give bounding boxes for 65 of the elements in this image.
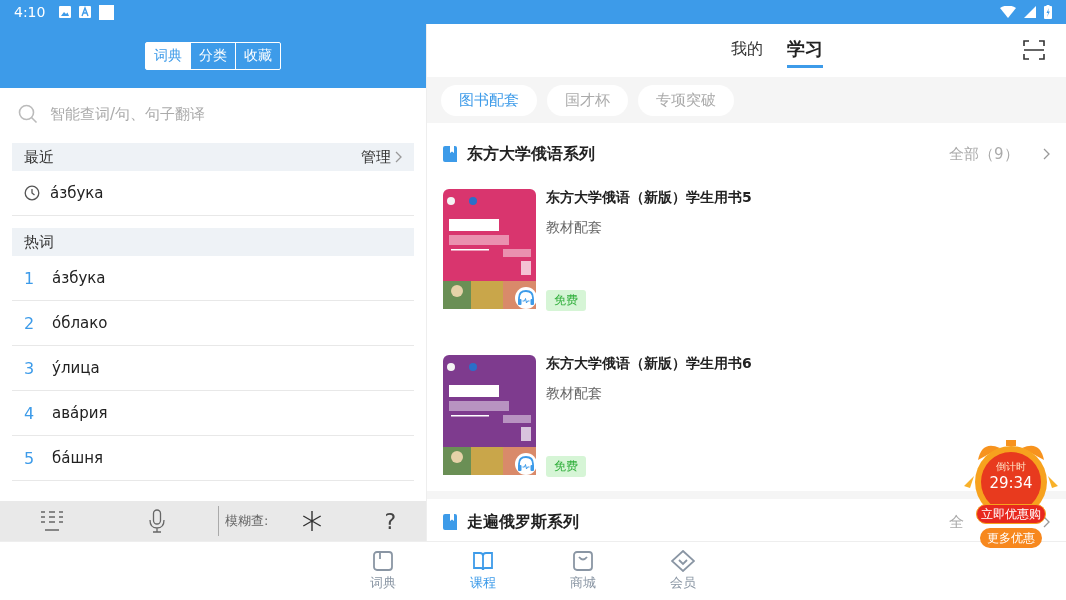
view-all-link[interactable]: 全: [949, 512, 964, 532]
bookmark-icon: [443, 514, 457, 530]
nav-tab[interactable]: 商城: [533, 542, 633, 600]
hot-word[interactable]: о́блако: [52, 314, 108, 332]
nav-tab[interactable]: 词典: [333, 542, 433, 600]
section-title: 最近: [24, 147, 54, 167]
wifi-icon: [1000, 6, 1016, 18]
notification-icon: [99, 4, 115, 20]
nav-tab[interactable]: 会员: [633, 542, 733, 600]
segment-tab[interactable]: 分类: [190, 43, 235, 69]
signal-icon: [1024, 6, 1036, 18]
chevron-icon: [1043, 148, 1050, 160]
bookmark-icon: [443, 146, 457, 162]
segment-tab[interactable]: 收藏: [235, 43, 280, 69]
hot-word[interactable]: ба́шня: [52, 449, 103, 467]
nav-tab[interactable]: 课程: [433, 542, 533, 600]
battery-icon: [1044, 5, 1052, 19]
rank-number: 1: [24, 268, 34, 288]
fuzzy-search-label: 模糊查:: [225, 512, 269, 530]
hot-word[interactable]: ава́рия: [52, 404, 108, 422]
series-title: 走遍俄罗斯系列: [467, 511, 579, 533]
book-subtitle: 教材配套: [546, 219, 603, 237]
buy-now-button[interactable]: 立即优惠购: [976, 504, 1046, 524]
book-title[interactable]: 东方大学俄语（新版）学生用书6: [546, 355, 752, 373]
free-badge: 免费: [546, 290, 586, 311]
chevron-icon: [395, 151, 402, 163]
status-time: 4:10: [14, 4, 46, 20]
section-title: 热词: [24, 232, 54, 252]
segment-tab[interactable]: 词典: [146, 43, 190, 69]
diamond-icon: [671, 550, 695, 572]
view-all-link[interactable]: 全部（9）: [949, 144, 1019, 164]
countdown-label: 倒计时: [995, 460, 1027, 474]
top-tab[interactable]: 我的: [730, 33, 763, 68]
recent-word[interactable]: а́збука: [50, 184, 104, 202]
headphones-icon: [515, 287, 537, 309]
help-button[interactable]: ?: [384, 508, 397, 534]
book-subtitle: 教材配套: [546, 385, 603, 403]
open-book-icon: [472, 550, 494, 572]
image-icon: [59, 6, 72, 18]
filter-chip[interactable]: 国才杯: [547, 84, 628, 116]
filter-chip[interactable]: 专项突破: [638, 84, 734, 116]
headphones-icon: [515, 453, 537, 475]
font-icon: [79, 6, 92, 18]
rank-number: 3: [24, 358, 34, 378]
scan-icon[interactable]: [1023, 40, 1045, 60]
filter-chip[interactable]: 图书配套: [441, 84, 537, 116]
book-icon: [372, 550, 394, 572]
asterisk-icon[interactable]: [302, 511, 323, 531]
rank-number: 5: [24, 448, 34, 468]
hot-word[interactable]: у́лица: [52, 359, 100, 377]
rank-number: 2: [24, 313, 34, 333]
shopping-bag-icon: [572, 550, 594, 572]
top-tab[interactable]: 学习: [786, 33, 823, 68]
search-icon: [18, 104, 38, 124]
hot-word[interactable]: а́збука: [52, 269, 106, 287]
rank-number: 4: [24, 403, 34, 423]
free-badge: 免费: [546, 456, 586, 477]
keyboard-icon[interactable]: [40, 510, 64, 532]
clock-icon: [24, 185, 40, 201]
manage-link[interactable]: 管理: [361, 147, 391, 167]
series-title: 东方大学俄语系列: [467, 143, 595, 165]
more-offers-button[interactable]: 更多优惠: [980, 528, 1042, 548]
countdown-time: 29:34: [988, 474, 1034, 492]
book-title[interactable]: 东方大学俄语（新版）学生用书5: [546, 189, 752, 207]
microphone-icon[interactable]: [148, 509, 166, 533]
